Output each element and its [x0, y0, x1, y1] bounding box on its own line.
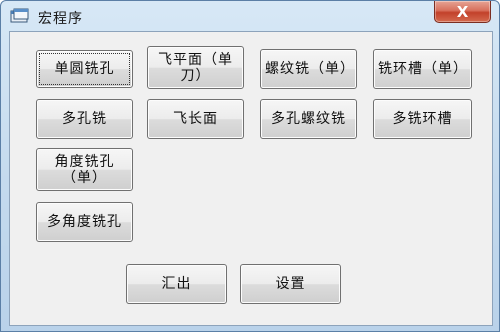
close-icon: X: [456, 2, 469, 21]
button-label: 汇出: [161, 276, 192, 292]
fly-long-face-button[interactable]: 飞长面: [147, 99, 244, 139]
angle-hole-mill-single-button[interactable]: 角度铣孔（单）: [36, 148, 133, 191]
multi-ring-groove-button[interactable]: 多铣环槽: [373, 99, 472, 139]
multi-hole-thread-mill-button[interactable]: 多孔螺纹铣: [260, 99, 357, 139]
app-window-icon: [10, 8, 29, 23]
thread-mill-single-button[interactable]: 螺纹铣（单）: [260, 49, 357, 89]
ring-groove-single-button[interactable]: 铣环槽（单）: [373, 49, 472, 89]
button-label: 多角度铣孔: [47, 214, 122, 230]
settings-button[interactable]: 设置: [240, 264, 341, 304]
button-label: 多铣环槽: [392, 111, 453, 127]
macro-program-window: 宏程序 X 单圆铣孔 飞平面（单刀） 螺纹铣（单） 铣环槽（单） 多孔铣 飞长面…: [0, 0, 500, 332]
fly-plane-single-button[interactable]: 飞平面（单刀）: [147, 46, 244, 89]
button-label: 多孔铣: [62, 111, 107, 127]
single-round-hole-mill-button[interactable]: 单圆铣孔: [36, 50, 133, 88]
summary-button[interactable]: 汇出: [126, 264, 227, 304]
button-label: 角度铣孔（单）: [54, 153, 115, 186]
button-label: 单圆铣孔: [54, 61, 115, 77]
button-label: 设置: [275, 276, 306, 292]
button-label: 螺纹铣（单）: [265, 61, 355, 77]
button-label: 飞平面（单刀）: [158, 51, 233, 84]
title-bar[interactable]: 宏程序 X: [1, 1, 499, 31]
button-label: 铣环槽（单）: [378, 61, 468, 77]
button-panel: 单圆铣孔 飞平面（单刀） 螺纹铣（单） 铣环槽（单） 多孔铣 飞长面 多孔螺纹铣…: [9, 31, 493, 326]
window-title: 宏程序: [38, 11, 83, 27]
button-label: 多孔螺纹铣: [271, 111, 346, 127]
close-button[interactable]: X: [434, 1, 491, 23]
multi-hole-mill-button[interactable]: 多孔铣: [36, 99, 133, 139]
button-label: 飞长面: [173, 111, 218, 127]
multi-angle-hole-mill-button[interactable]: 多角度铣孔: [36, 202, 133, 242]
